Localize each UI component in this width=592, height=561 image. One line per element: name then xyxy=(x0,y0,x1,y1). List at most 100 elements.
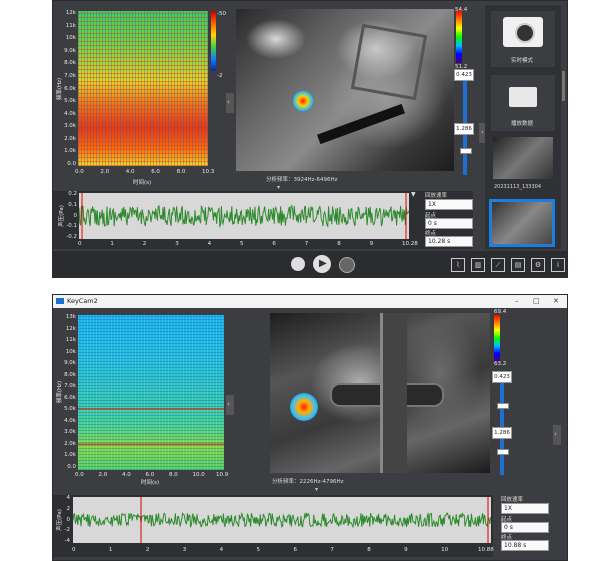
spectrogram-x-tick: 2.0 xyxy=(100,169,110,175)
slider-handle-lower[interactable] xyxy=(497,449,509,455)
settings-icon[interactable]: ⚙ xyxy=(531,258,545,272)
threshold-slider-bottom[interactable] xyxy=(500,439,504,475)
waveform-plot xyxy=(73,497,491,543)
spectrogram-panel: 13k 12k 11k 10k 9.0k 8.0k 7.0k 6.0k 5.0k 4.0k 3.0k… xyxy=(53,309,231,491)
threshold-slider-top[interactable] xyxy=(463,77,467,125)
camera-colorbar xyxy=(456,11,462,63)
chevron-left-icon: ‹ xyxy=(227,98,230,106)
info-icon[interactable]: i xyxy=(551,258,565,272)
waveform-plot xyxy=(79,193,409,239)
threshold-top-value[interactable]: 0.423 xyxy=(492,371,512,383)
threshold-top-value[interactable]: 0.423 xyxy=(454,69,474,81)
camera-colorbar-max: 69.4 xyxy=(494,309,507,315)
spectrogram-x-tick: 10.9 xyxy=(216,472,229,478)
chevron-down-icon: ▾ xyxy=(315,486,319,493)
start-input[interactable]: 0 s xyxy=(501,522,549,533)
engine-bracket xyxy=(350,23,428,101)
waveform-x-tick: 6 xyxy=(293,547,297,553)
collapse-left-handle[interactable]: ‹ xyxy=(226,395,234,415)
speed-label: 回放速率 xyxy=(501,497,524,503)
threshold-bottom-value[interactable]: 1.286 xyxy=(454,123,474,135)
waveform-end-arrow[interactable]: ▼ xyxy=(411,191,416,198)
spectrogram-image xyxy=(78,11,208,166)
close-icon[interactable]: ✕ xyxy=(553,297,559,305)
collapse-left-handle[interactable]: ‹ xyxy=(226,93,234,113)
threshold-bottom-value[interactable]: 1.286 xyxy=(492,427,512,439)
snapshot-button[interactable]: 实时模式 xyxy=(491,11,555,67)
end-input[interactable]: 10.28 s xyxy=(425,236,473,247)
speed-select[interactable]: 1X xyxy=(425,199,473,210)
waveform-x-tick: 1 xyxy=(110,241,114,247)
chevron-down-icon: ▾ xyxy=(277,184,281,191)
start-input[interactable]: 0 s xyxy=(425,218,473,229)
spectrogram-x-tick: 0.0 xyxy=(75,169,84,175)
colorbar-min-label: -2 xyxy=(217,73,223,79)
speed-select[interactable]: 1X xyxy=(501,503,549,514)
slider-handle[interactable] xyxy=(460,148,472,154)
sound-source-hotspot xyxy=(290,393,318,421)
camera-image xyxy=(236,9,454,171)
play-button[interactable]: ▶ xyxy=(313,255,331,273)
camera-colorbar-max: 54.4 xyxy=(455,7,468,13)
spectrogram-y-label: 频率(Hz) xyxy=(57,380,64,404)
collapse-right-handle[interactable]: ‹ xyxy=(553,425,561,445)
fan-icon[interactable] xyxy=(291,257,305,271)
spectrogram-y-tick: 0.0 xyxy=(67,161,76,167)
spectrogram-x-tick: 6.0 xyxy=(151,169,160,175)
spectrogram-x-tick: 8.0 xyxy=(176,169,186,175)
camera-image xyxy=(270,313,490,473)
spectrogram-panel: -50 -2 12k 11k 10k 9.0k 8.0k 7.0k 6.0k 5.0k 4.0k… xyxy=(53,1,231,187)
waveform-panel: 0.2 0.1 0 -0.1 -0.2 0 1 2 3 4 5 6 7 8 9 10.28 声压(Pa) ▼ xyxy=(53,191,473,249)
trend-view-icon[interactable]: ⟋ xyxy=(491,258,505,272)
spectrogram-x-tick: 4.0 xyxy=(125,169,135,175)
waveform-view-icon[interactable]: ⌇ xyxy=(451,258,465,272)
open-folder-button[interactable]: 播放数据 xyxy=(491,75,555,131)
spectrogram-x-tick: 8.0 xyxy=(169,472,178,478)
right-panel: 实时模式 播放数据 20231113_133304 xyxy=(485,5,561,249)
spectrogram-y-tick: 9.0k xyxy=(64,47,76,54)
waveform-x-tick: 5 xyxy=(240,241,244,247)
spectrogram-y-tick: 10k xyxy=(65,348,76,355)
waveform-x-tick: 5 xyxy=(256,547,261,553)
spectrogram-y-label: 频率(Hz) xyxy=(57,77,64,101)
speed-label: 回放速率 xyxy=(425,193,448,199)
waveform-x-tick: 0 xyxy=(72,547,76,553)
spectrogram-y-tick: 13k xyxy=(65,314,76,320)
selected-recording-thumbnail[interactable] xyxy=(489,199,555,247)
analysis-frequency-caption: 分析频率：2226Hz-4796Hz xyxy=(272,479,344,485)
title-bar: KeyCam2 – □ ✕ xyxy=(53,295,567,308)
folder-icon xyxy=(509,87,537,107)
spectrogram-y-tick: 12k xyxy=(65,10,76,16)
camera-icon xyxy=(503,17,543,47)
threshold-slider-bottom[interactable] xyxy=(463,135,467,175)
bottom-toolbar: ▶ ⌇ ▥ ⟋ ▤ ⚙ i xyxy=(53,251,567,277)
spectrogram-y-tick: 3.0k xyxy=(64,123,76,130)
app-icon xyxy=(56,298,64,304)
maximize-icon[interactable]: □ xyxy=(533,297,540,305)
camera-colorbar-min: 63.2 xyxy=(494,361,507,367)
waveform-x-tick: 10.28 xyxy=(402,241,418,247)
spectrum-view-icon[interactable]: ▥ xyxy=(471,258,485,272)
slider-handle[interactable] xyxy=(497,403,509,409)
spectrogram-x-tick: 10.3 xyxy=(202,169,215,175)
waveform-y-tick: 4 xyxy=(66,495,71,501)
report-icon[interactable]: ▤ xyxy=(511,258,525,272)
keycam-window-bottom: KeyCam2 – □ ✕ 13k 12k 11k 10k 9.0k 8.0k 7.0k 6.… xyxy=(52,294,568,561)
chevron-right-icon: ‹ xyxy=(554,430,557,438)
minimize-icon[interactable]: – xyxy=(515,297,519,305)
waveform-x-tick: 4 xyxy=(219,547,224,553)
recording-thumbnail[interactable] xyxy=(493,137,553,179)
spectrogram-y-tick: 9.0k xyxy=(64,360,76,367)
waveform-svg xyxy=(73,497,491,543)
spectrogram-y-tick: 8.0k xyxy=(64,371,76,378)
spectrogram-y-tick: 1.0k xyxy=(64,148,76,155)
right-panel-scrollbar[interactable] xyxy=(562,71,565,101)
spectrogram-y-tick: 3.0k xyxy=(64,429,76,436)
end-input[interactable]: 10.88 s xyxy=(501,540,549,551)
spectrogram-y-tick: 11k xyxy=(65,22,76,29)
stop-button[interactable] xyxy=(339,257,355,273)
waveform-x-tick: 8 xyxy=(367,547,371,553)
waveform-x-tick: 3 xyxy=(175,241,179,247)
sound-source-hotspot xyxy=(293,91,313,111)
waveform-x-tick: 0 xyxy=(78,241,82,247)
